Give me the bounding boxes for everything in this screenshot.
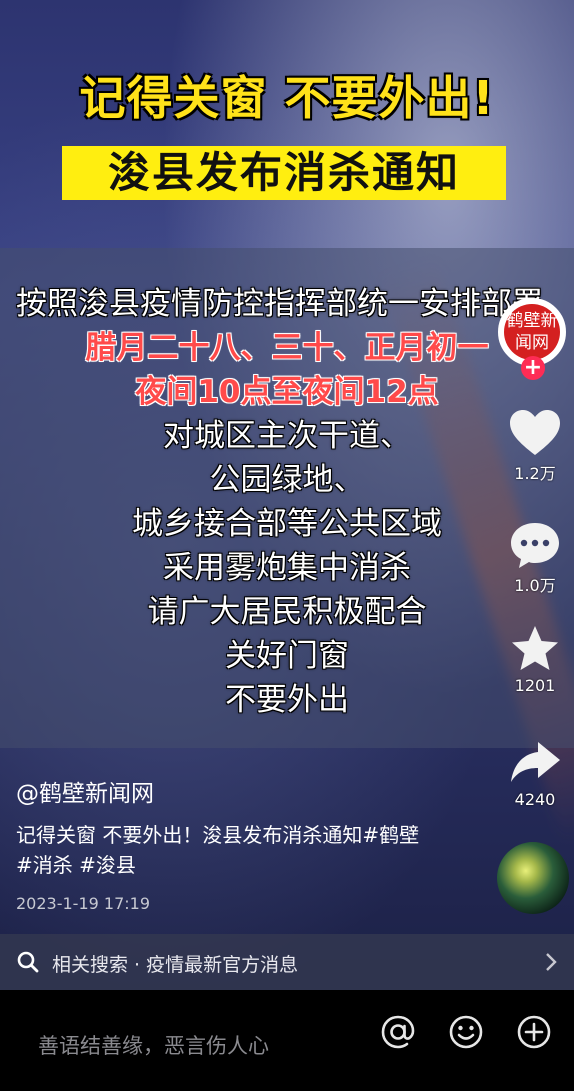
post-date: 2023-1-19 17:19 <box>16 894 150 913</box>
video-title-line2: 浚县发布消杀通知 <box>62 146 506 200</box>
favorite-button[interactable]: 1201 <box>498 624 572 695</box>
related-search-bar[interactable]: 相关搜索 · 疫情最新官方消息 <box>0 934 574 990</box>
like-button[interactable]: 1.2万 <box>498 408 572 484</box>
emoji-icon[interactable] <box>448 1014 484 1050</box>
favorite-count: 1201 <box>514 676 556 695</box>
notice-line: 公园绿地、 <box>209 462 365 498</box>
related-search-text: 相关搜索 · 疫情最新官方消息 <box>52 954 299 976</box>
notice-line: 采用雾炮集中消杀 <box>163 550 411 586</box>
share-button[interactable]: 4240 <box>498 738 572 809</box>
author-name[interactable]: @鹤壁新闻网 <box>16 774 154 808</box>
notice-line: 不要外出 <box>225 682 349 718</box>
music-disc[interactable] <box>497 842 569 914</box>
share-count: 4240 <box>514 790 556 809</box>
comment-input-bar[interactable]: 善语结善缘，恶言伤人心 <box>0 990 574 1091</box>
comment-input-placeholder[interactable]: 善语结善缘，恶言伤人心 <box>38 1030 269 1060</box>
chevron-right-icon <box>546 953 557 971</box>
add-icon[interactable] <box>516 1014 552 1050</box>
at-mention-icon[interactable] <box>380 1014 416 1050</box>
follow-button[interactable]: + <box>521 356 545 380</box>
notice-line: 对城区主次干道、 <box>163 418 411 454</box>
star-icon <box>512 626 558 670</box>
video-description[interactable]: 记得关窗 不要外出！浚县发布消杀通知#鹤壁 #消杀 #浚县 <box>16 820 436 880</box>
notice-line-red: 夜间10点至夜间12点 <box>135 374 439 410</box>
notice-line: 请广大居民积极配合 <box>147 594 427 630</box>
search-icon <box>17 951 39 973</box>
notice-line-red: 腊月二十八、三十、正月初一 <box>85 330 489 366</box>
like-count: 1.2万 <box>514 464 556 483</box>
heart-icon <box>510 410 560 455</box>
comment-button[interactable]: 1.0万 <box>498 520 572 596</box>
comment-icon <box>511 523 559 568</box>
comment-count: 1.0万 <box>514 576 556 595</box>
notice-line: 城乡接合部等公共区域 <box>132 506 442 542</box>
share-arrow-icon <box>511 742 560 782</box>
notice-line: 关好门窗 <box>225 638 349 674</box>
notice-lines: 腊月二十八、三十、正月初一 夜间10点至夜间12点 对城区主次干道、 公园绿地、… <box>0 326 574 722</box>
notice-line-first: 按照浚县疫情防控指挥部统一安排部署 <box>16 286 543 322</box>
avatar-logo: 鹤壁新闻网 <box>504 304 560 360</box>
video-title-line1: 记得关窗 不要外出! <box>79 71 495 125</box>
